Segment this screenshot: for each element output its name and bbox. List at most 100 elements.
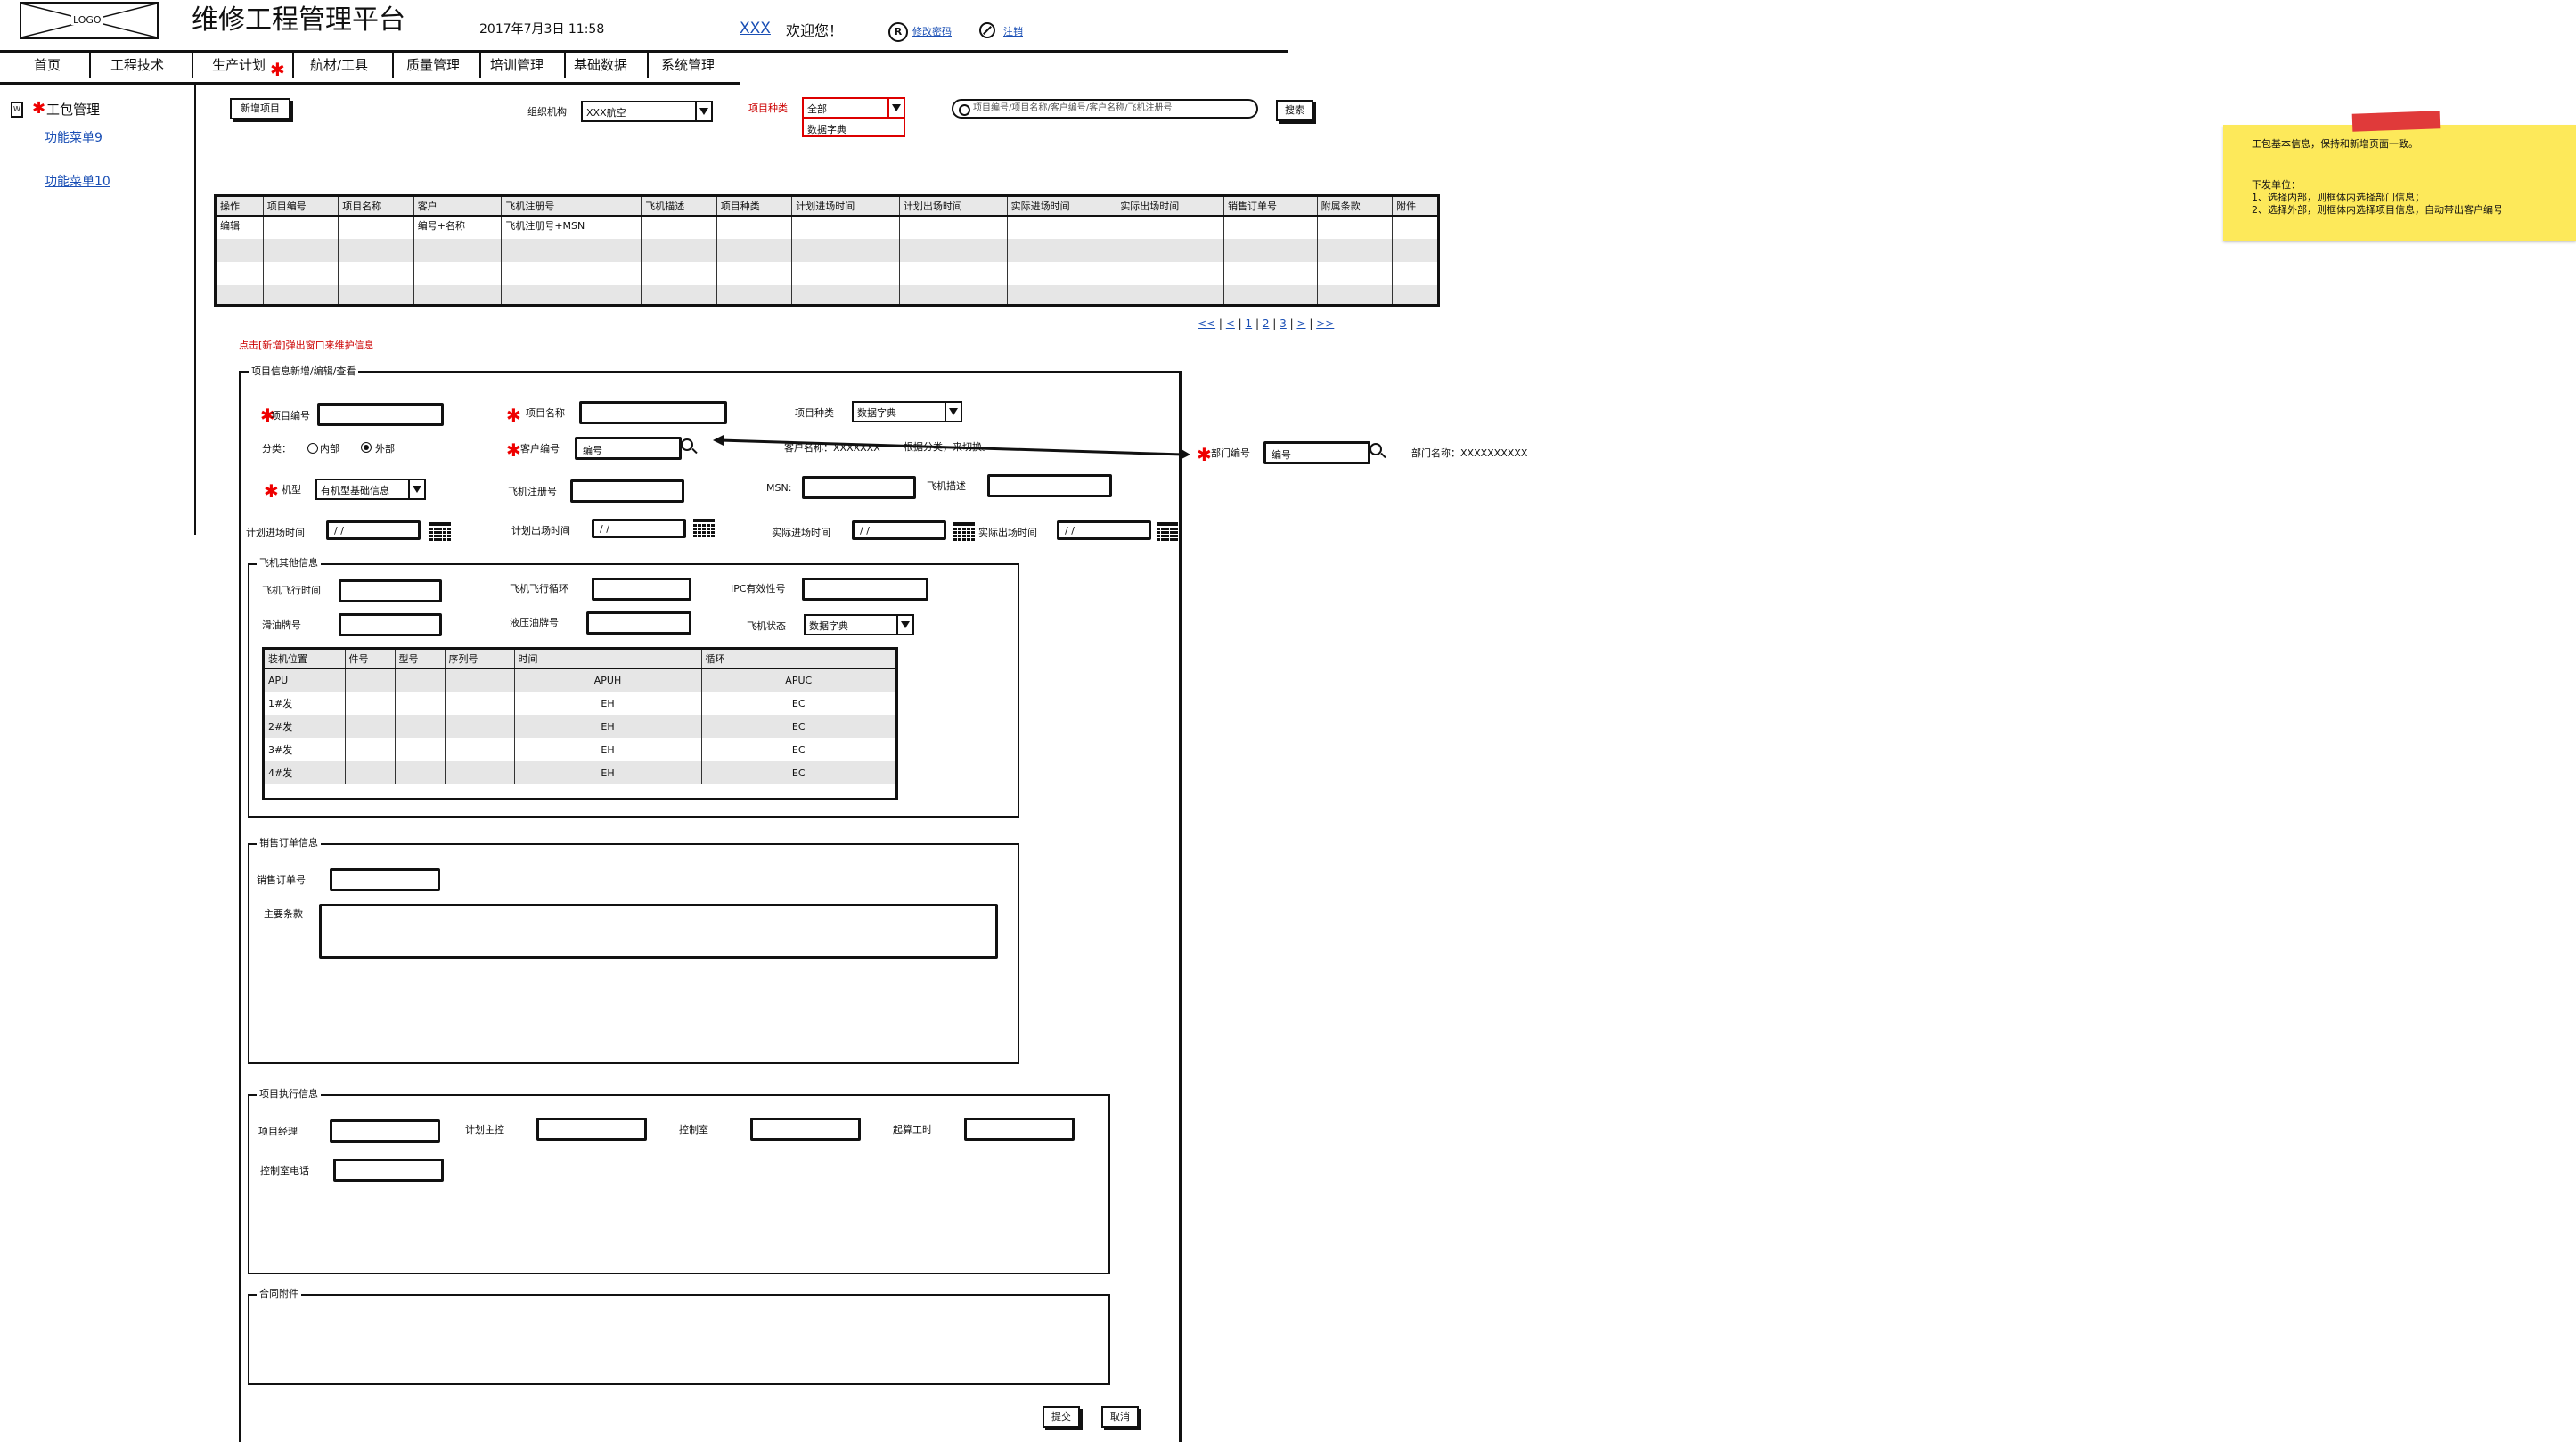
edit-link[interactable]: 编辑 [217,216,263,239]
project-name-input[interactable] [579,401,727,424]
project-type-label: 项目种类 [795,407,834,419]
nav-materials[interactable]: 航材/工具 [310,59,368,72]
logout-link[interactable]: 注销 [1003,27,1023,37]
current-user[interactable]: XXX [740,21,771,37]
aircraft-desc-input[interactable] [987,474,1112,497]
engine-table-frame: 装机位置 件号 型号 序列号 时间 循环 APU APUH APUC 1#发 E… [262,647,898,800]
page-last[interactable]: >> [1316,317,1334,330]
type-select[interactable]: 全部 [802,97,905,119]
flight-cycles-input[interactable] [592,578,691,601]
model-value: 有机型基础信息 [321,485,389,496]
registration-label: 飞机注册号 [508,486,557,497]
table-header-row: 装机位置 件号 型号 序列号 时间 循环 [265,650,895,669]
aircraft-desc-label: 飞机描述 [927,480,966,492]
customer-no-input[interactable]: 编号 [575,437,682,460]
page-3[interactable]: 3 [1280,317,1287,330]
date-placeholder: / / [600,523,609,535]
required-marker: ✱ [32,99,46,118]
engine-table: 装机位置 件号 型号 序列号 时间 循环 APU APUH APUC 1#发 E… [265,650,895,784]
document-icon: W [11,102,23,118]
nav-system[interactable]: 系统管理 [661,59,715,72]
submit-button[interactable]: 提交 [1043,1406,1080,1428]
change-password-link[interactable]: 修改密码 [912,27,952,37]
project-type-select[interactable]: 数据字典 [852,401,962,422]
oil-input[interactable] [339,613,442,636]
page-prev[interactable]: < [1226,317,1235,330]
sticky-line1: 工包基本信息，保持和新增页面一致。 [2252,138,2418,150]
tape-decoration [2351,111,2441,132]
nav-basic-data[interactable]: 基础数据 [574,59,627,72]
org-label: 组织机构 [527,106,567,118]
nav-production-plan[interactable]: 生产计划 [212,59,266,72]
chevron-down-icon [695,102,711,120]
sales-order-label: 销售订单号 [257,874,306,886]
actual-out-input[interactable]: / / [1057,520,1151,540]
page-first[interactable]: << [1198,317,1215,330]
search-input[interactable]: 项目编号/项目名称/客户编号/客户名称/飞机注册号 [952,99,1258,119]
actual-out-label: 实际出场时间 [978,527,1037,538]
table-cell [338,216,414,239]
model-select[interactable]: 有机型基础信息 [315,479,426,500]
radio-internal[interactable] [307,443,318,454]
sidebar-item-menu9[interactable]: 功能菜单9 [45,132,102,144]
flight-hours-input[interactable] [339,579,442,602]
col-header: 附件 [1392,197,1437,217]
col-header: 销售订单号 [1223,197,1318,217]
actual-in-input[interactable]: / / [852,520,946,540]
search-icon [959,104,970,116]
registration-input[interactable] [570,479,684,503]
msn-input[interactable] [802,476,916,499]
nav-quality[interactable]: 质量管理 [406,59,460,72]
sidebar-section-title[interactable]: 工包管理 [46,103,100,117]
control-phone-input[interactable] [333,1159,444,1182]
terms-textarea[interactable] [319,904,998,959]
app-title: 维修工程管理平台 [192,4,405,36]
control-input[interactable] [750,1118,861,1141]
table-cell: EH [513,715,701,738]
calendar-icon[interactable] [1157,522,1178,542]
sales-order-input[interactable] [330,868,440,891]
project-type-value: 数据字典 [857,407,896,419]
table-row: APU APUH APUC [265,668,895,692]
search-icon[interactable] [681,438,698,455]
nav-home[interactable]: 首页 [34,59,61,72]
calendar-icon[interactable] [953,522,975,542]
calendar-icon[interactable] [429,522,451,542]
org-select[interactable]: XXX航空 [581,101,713,122]
plan-in-input[interactable]: / / [326,520,421,540]
dept-no-input[interactable]: 编号 [1263,441,1370,464]
flight-hours-label: 飞机飞行时间 [262,585,321,596]
sidebar-item-menu10[interactable]: 功能菜单10 [45,176,110,188]
page-next[interactable]: > [1296,317,1305,330]
type-dropdown-list: 数据字典 [802,118,905,137]
aircraft-status-select[interactable]: 数据字典 [804,614,914,635]
project-name-label: 项目名称 [526,407,565,419]
plan-out-input[interactable]: / / [592,519,686,538]
col-header: 飞机注册号 [501,197,642,217]
ipc-input[interactable] [802,578,928,601]
radio-external[interactable] [361,442,372,453]
logo: LOGO [20,2,159,39]
hydraulic-input[interactable] [586,611,691,635]
nav-engineering[interactable]: 工程技术 [110,59,164,72]
page-1[interactable]: 1 [1246,317,1253,330]
nav-training[interactable]: 培训管理 [490,59,544,72]
type-option[interactable]: 数据字典 [807,124,846,135]
planner-input[interactable] [536,1118,647,1141]
project-no-input[interactable] [317,403,444,426]
execution-group-title: 项目执行信息 [257,1089,321,1099]
search-button[interactable]: 搜索 [1276,100,1313,121]
cancel-button[interactable]: 取消 [1101,1406,1139,1428]
new-project-button[interactable]: 新增项目 [230,98,290,119]
table-cell: 编号+名称 [413,216,502,239]
msn-label: MSN: [766,482,792,494]
sidebar-divider [194,85,196,535]
manager-input[interactable] [330,1119,440,1143]
hours-input[interactable] [964,1118,1075,1141]
calendar-icon[interactable] [693,519,715,538]
col-header: 时间 [513,650,701,669]
page-2[interactable]: 2 [1263,317,1270,330]
project-table: 操作 项目编号 项目名称 客户 飞机注册号 飞机描述 项目种类 计划进场时间 计… [217,197,1437,304]
table-cell: EH [513,692,701,715]
search-icon[interactable] [1370,443,1386,459]
